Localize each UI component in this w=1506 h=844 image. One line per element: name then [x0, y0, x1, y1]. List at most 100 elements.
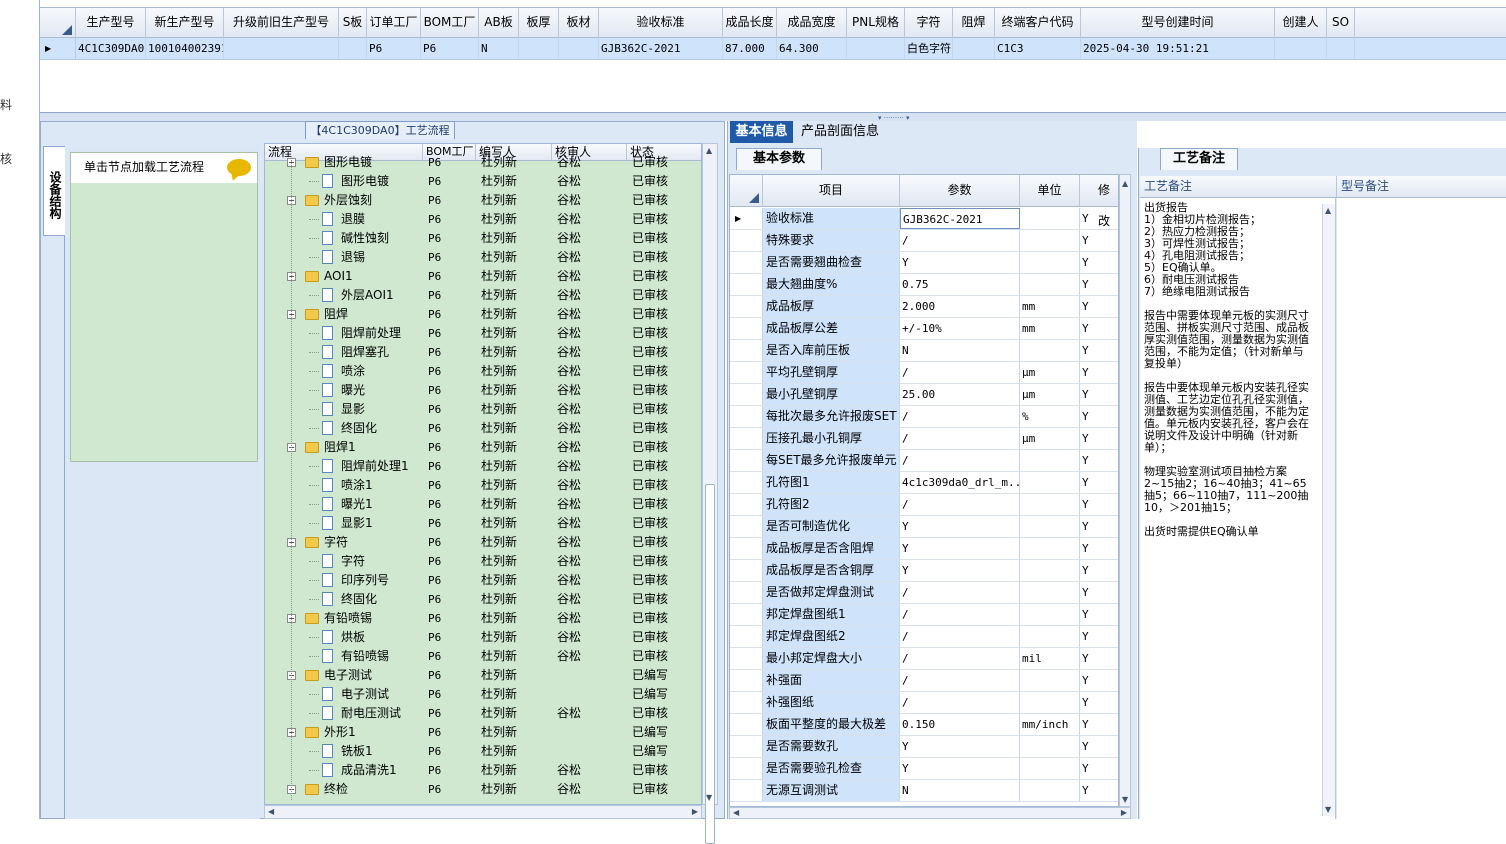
model-cell[interactable]: 2025-04-30 19:51:21 — [1081, 38, 1275, 59]
model-cell[interactable]: P6 — [421, 38, 479, 59]
param-value[interactable]: / — [900, 692, 1020, 713]
param-row[interactable]: 是否需要翘曲检查 Y Y — [730, 252, 1118, 274]
param-value[interactable]: 2.000 — [900, 296, 1020, 317]
param-value[interactable]: N — [900, 780, 1020, 801]
tree-row[interactable]: 铣板1 P6 杜列新 已编写 — [265, 742, 701, 761]
tree-row[interactable]: − 终检 P6 杜列新 谷松 已审核 — [265, 780, 701, 799]
param-row[interactable]: 是否需要验孔检查 Y Y — [730, 758, 1118, 780]
param-row[interactable]: 是否需要数孔 Y Y — [730, 736, 1118, 758]
model-cell[interactable]: 4C1C309DA0 — [76, 38, 146, 59]
tree-row[interactable]: 外层AOI1 P6 杜列新 谷松 已审核 — [265, 286, 701, 305]
param-value[interactable]: / — [900, 494, 1020, 515]
tree-row[interactable]: − 外形1 P6 杜列新 已编写 — [265, 723, 701, 742]
node-hint[interactable]: 单击节点加载工艺流程 — [71, 153, 257, 183]
param-row[interactable]: 无源互调测试 N Y — [730, 780, 1118, 802]
param-row[interactable]: 压接孔最小孔铜厚 / μm Y — [730, 428, 1118, 450]
col-value[interactable]: 参数 — [900, 175, 1020, 206]
param-row[interactable]: 是否可制造优化 Y Y — [730, 516, 1118, 538]
model-cell[interactable] — [1275, 38, 1327, 59]
tree-row[interactable]: 阻焊前处理 P6 杜列新 谷松 已审核 — [265, 324, 701, 343]
model-col-header[interactable]: 订单工厂 — [367, 8, 421, 38]
param-value[interactable]: 4c1c309da0_drl_m... — [900, 472, 1020, 493]
param-value[interactable]: / — [900, 406, 1020, 427]
param-row[interactable]: 成品板厚是否含铜厚 Y Y — [730, 560, 1118, 582]
model-cell[interactable] — [559, 38, 599, 59]
scroll-right-icon[interactable]: ▶ — [692, 807, 698, 816]
model-col-header[interactable]: 创建人 — [1275, 8, 1327, 38]
scroll-up-icon[interactable]: ▲ — [1325, 206, 1331, 215]
model-cell[interactable]: 64.300 — [777, 38, 847, 59]
col-modify[interactable]: 修改 — [1080, 175, 1118, 228]
model-col-header[interactable]: 型号创建时间 — [1081, 8, 1275, 38]
param-value[interactable]: Y — [900, 560, 1020, 581]
param-value[interactable]: Y — [900, 758, 1020, 779]
model-cell[interactable]: P6 — [367, 38, 421, 59]
tree-row[interactable]: 显影 P6 杜列新 谷松 已审核 — [265, 400, 701, 419]
param-value[interactable]: / — [900, 582, 1020, 603]
param-value[interactable]: GJB362C-2021 — [900, 208, 1020, 229]
model-col-header[interactable]: BOM工厂 — [421, 8, 479, 38]
col-process-remark[interactable]: 工艺备注 — [1140, 176, 1337, 197]
tree-row[interactable]: − 图形电镀 P6 杜列新 谷松 已审核 — [265, 153, 701, 172]
sidebar-fragment-1[interactable]: 料 — [0, 96, 12, 113]
model-col-header[interactable]: 阻焊 — [953, 8, 995, 38]
tree-row[interactable]: − 阻焊 P6 杜列新 谷松 已审核 — [265, 305, 701, 324]
tree-row[interactable]: 碱性蚀刻 P6 杜列新 谷松 已审核 — [265, 229, 701, 248]
horizontal-splitter[interactable]: ▾ ········· ▾ — [40, 113, 1506, 122]
scroll-up-icon[interactable]: ▲ — [1122, 179, 1128, 188]
tree-row[interactable]: − 阻焊1 P6 杜列新 谷松 已审核 — [265, 438, 701, 457]
param-value[interactable]: +/-10% — [900, 318, 1020, 339]
tree-row[interactable]: 烘板 P6 杜列新 谷松 已审核 — [265, 628, 701, 647]
tree-row[interactable]: − AOI1 P6 杜列新 谷松 已审核 — [265, 267, 701, 286]
param-row[interactable]: 是否做邦定焊盘测试 / Y — [730, 582, 1118, 604]
tree-row[interactable]: − 有铅喷锡 P6 杜列新 谷松 已审核 — [265, 609, 701, 628]
param-value[interactable]: / — [900, 428, 1020, 449]
tree-row[interactable]: 终固化 P6 杜列新 谷松 已审核 — [265, 590, 701, 609]
model-col-header[interactable]: 成品长度 — [723, 8, 777, 38]
param-value[interactable]: / — [900, 230, 1020, 251]
tab-product-profile[interactable]: 产品剖面信息 — [795, 121, 885, 143]
model-cell[interactable]: GJB362C-2021 — [599, 38, 723, 59]
param-row[interactable]: 邦定焊盘图纸1/ Y — [730, 604, 1118, 626]
tree-vertical-scrollbar[interactable]: ▲ ▼ — [702, 143, 718, 844]
param-value[interactable]: 25.00 — [900, 384, 1020, 405]
tree-row[interactable]: 喷涂 P6 杜列新 谷松 已审核 — [265, 362, 701, 381]
model-col-header[interactable]: 升级前旧生产型号 — [224, 8, 339, 38]
scroll-down-icon[interactable]: ▼ — [1325, 805, 1331, 814]
tree-row[interactable]: 图形电镀 P6 杜列新 谷松 已审核 — [265, 172, 701, 191]
tree-row[interactable]: − 电子测试 P6 杜列新 已编写 — [265, 666, 701, 685]
scroll-left-icon[interactable]: ◀ — [733, 808, 739, 817]
param-row[interactable]: 成品板厚是否含阻焊 Y Y — [730, 538, 1118, 560]
model-col-header[interactable]: 板厚 — [519, 8, 559, 38]
col-item[interactable]: 项目 — [763, 175, 900, 206]
param-row[interactable]: 孔符图2/ Y — [730, 494, 1118, 516]
model-cell[interactable] — [847, 38, 905, 59]
param-row[interactable]: 每批次最多允许报废SET /% Y — [730, 406, 1118, 428]
param-row[interactable]: ▶ 验收标准 GJB362C-2021 Y — [730, 208, 1118, 230]
process-remark-box[interactable]: 出货报告 1）金相切片检测报告； 2）热应力检测报告； 3）可焊性测试报告； 4… — [1140, 198, 1336, 819]
scroll-down-icon[interactable]: ▼ — [706, 793, 712, 802]
tree-row[interactable]: 显影1 P6 杜列新 谷松 已审核 — [265, 514, 701, 533]
model-col-header[interactable]: 字符 — [905, 8, 953, 38]
model-cell[interactable] — [953, 38, 995, 59]
param-row[interactable]: 最小孔壁铜厚 25.00 μm Y — [730, 384, 1118, 406]
tree-row[interactable]: 退锡 P6 杜列新 谷松 已审核 — [265, 248, 701, 267]
scroll-down-icon[interactable]: ▼ — [1122, 795, 1128, 804]
model-cell[interactable] — [339, 38, 367, 59]
tab-basic-info[interactable]: 基本信息 — [730, 121, 793, 143]
model-col-header[interactable]: 新生产型号 — [146, 8, 224, 38]
model-col-header[interactable]: PNL规格 — [847, 8, 905, 38]
tree-row[interactable]: 字符 P6 杜列新 谷松 已审核 — [265, 552, 701, 571]
param-row[interactable]: 补强面 / Y — [730, 670, 1118, 692]
tree-row[interactable]: 电子测试 P6 杜列新 已编写 — [265, 685, 701, 704]
model-col-header[interactable]: 生产型号 — [76, 8, 146, 38]
tab-device-structure[interactable]: 设备结构 — [43, 146, 65, 236]
param-row[interactable]: 最大翘曲度% 0.75 Y — [730, 274, 1118, 296]
scroll-up-icon[interactable]: ▲ — [706, 146, 712, 155]
tree-row[interactable]: 退膜 P6 杜列新 谷松 已审核 — [265, 210, 701, 229]
model-col-header[interactable]: 终端客户代码 — [995, 8, 1081, 38]
tree-row[interactable]: 耐电压测试 P6 杜列新 谷松 已审核 — [265, 704, 701, 723]
param-value[interactable]: Y — [900, 538, 1020, 559]
tree-row[interactable]: 终固化 P6 杜列新 谷松 已审核 — [265, 419, 701, 438]
model-col-header[interactable]: 成品宽度 — [777, 8, 847, 38]
